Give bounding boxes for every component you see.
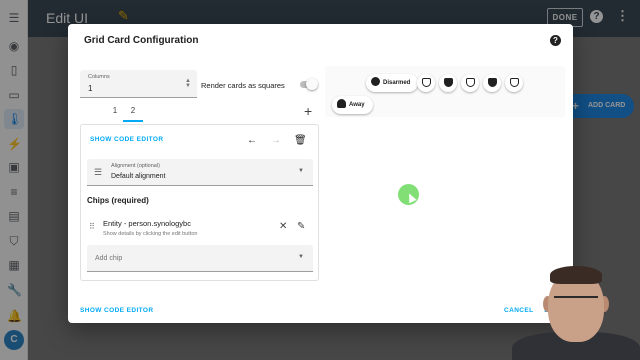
drag-handle-icon[interactable]: ⠿ <box>89 222 95 231</box>
spinner-arrows-icon[interactable]: ▲ ▼ <box>185 78 191 89</box>
chips-heading: Chips (required) <box>87 196 149 205</box>
format-align-icon: ☰ <box>94 167 103 177</box>
chip-home[interactable] <box>417 74 435 92</box>
shield-lock-icon <box>487 77 497 87</box>
render-squares-label: Render cards as squares <box>201 81 285 90</box>
columns-label: Columns <box>88 74 110 80</box>
add-tab-plus-icon[interactable]: + <box>304 102 312 120</box>
chip-row: ⠿ Entity - person.synologybc Show detail… <box>87 215 313 241</box>
shield-off-outline-icon <box>509 77 519 87</box>
chip-disarmed-label: Disarmed <box>383 80 411 86</box>
chevron-down-icon: ▼ <box>298 254 304 260</box>
shield-off-icon <box>371 77 380 87</box>
chip-description: Show details by clicking the edit button <box>103 231 198 237</box>
chip-night[interactable] <box>461 74 479 92</box>
add-chip-placeholder: Add chip <box>95 255 123 262</box>
alignment-value: Default alignment <box>111 173 166 180</box>
chip-name: Entity - person.synologybc <box>103 219 191 228</box>
close-icon[interactable]: ✕ <box>279 221 287 232</box>
shield-airplane-icon <box>443 77 453 87</box>
presenter-brow <box>554 296 598 305</box>
card-editor: SHOW CODE EDITOR ← → 🗑 ☰ Alignment (opti… <box>80 124 319 281</box>
card-tabs: 1 2 <box>80 102 320 122</box>
presenter-hair <box>550 266 602 284</box>
card-preview: Disarmed Away <box>325 66 565 117</box>
chip-vacation[interactable] <box>439 74 457 92</box>
tab-1[interactable]: 1 <box>105 102 125 122</box>
help-icon[interactable]: ? <box>550 35 561 46</box>
columns-value[interactable]: 1 <box>88 84 92 93</box>
chip-off[interactable] <box>505 74 523 92</box>
dialog-title: Grid Card Configuration <box>84 35 199 46</box>
pencil-icon[interactable]: ✎ <box>297 221 305 232</box>
tab-2[interactable]: 2 <box>123 102 143 122</box>
shield-home-icon <box>421 77 431 87</box>
arrow-right-icon[interactable]: → <box>271 135 281 146</box>
alignment-select[interactable]: ☰ Alignment (optional) Default alignment… <box>87 159 313 186</box>
chevron-down-icon: ▼ <box>298 168 304 174</box>
chip-person-away[interactable]: Away <box>332 96 373 114</box>
chip-disarmed[interactable]: Disarmed <box>366 74 419 92</box>
columns-field[interactable]: Columns 1 ▲ ▼ <box>80 70 197 98</box>
grid-card-config-dialog: Grid Card Configuration ? Columns 1 ▲ ▼ R… <box>68 24 573 323</box>
shield-moon-icon <box>465 77 475 87</box>
arrow-left-icon[interactable]: ← <box>247 135 257 146</box>
footer-show-code-editor-button[interactable]: SHOW CODE EDITOR <box>80 307 153 314</box>
account-icon <box>337 99 346 109</box>
alignment-label: Alignment (optional) <box>111 163 160 169</box>
add-chip-select[interactable]: Add chip ▼ <box>87 245 313 272</box>
delete-icon[interactable]: 🗑 <box>294 135 307 146</box>
chip-person-label: Away <box>349 102 365 108</box>
show-code-editor-link[interactable]: SHOW CODE EDITOR <box>90 136 163 143</box>
render-squares-toggle[interactable] <box>300 78 318 90</box>
webcam-overlay <box>508 262 640 360</box>
chip-away[interactable] <box>483 74 501 92</box>
